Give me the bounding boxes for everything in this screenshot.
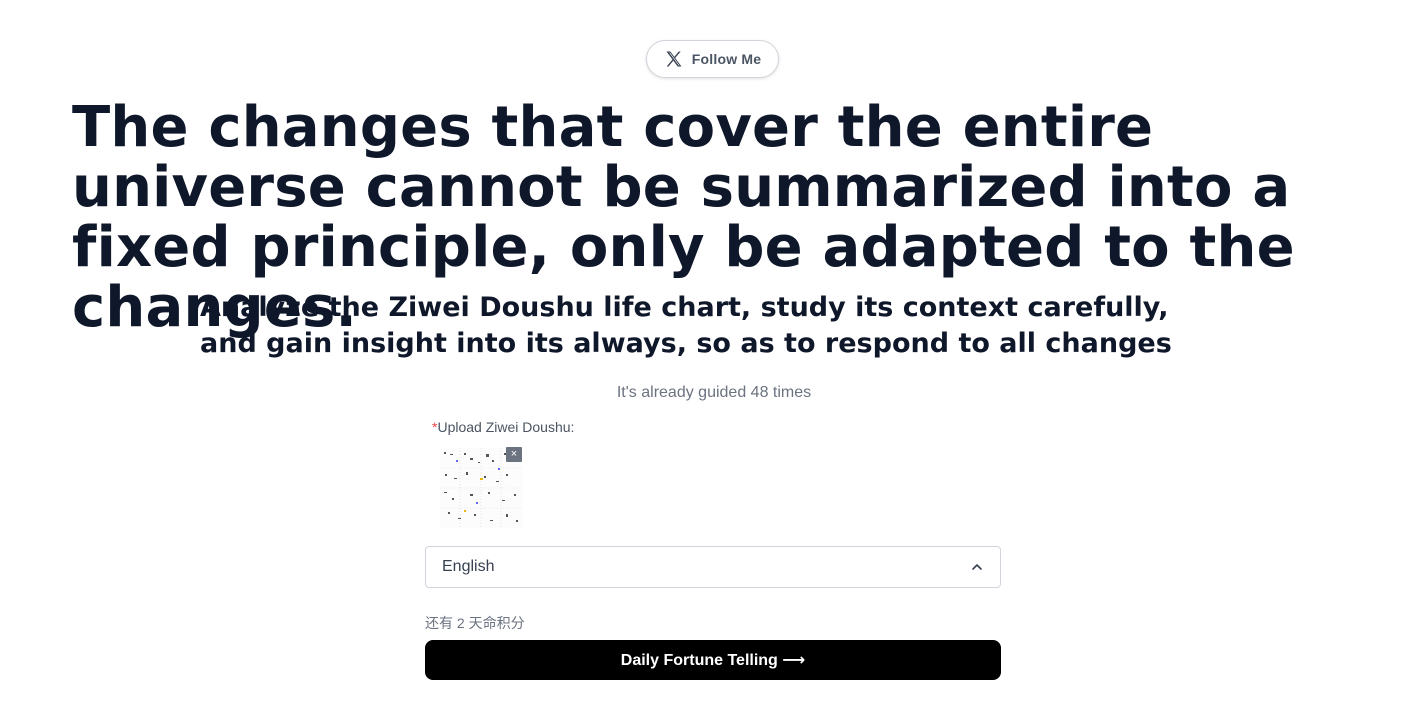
remove-upload-button[interactable]: × bbox=[506, 447, 522, 462]
chevron-up-icon bbox=[972, 564, 982, 570]
follow-me-label: Follow Me bbox=[691, 51, 762, 67]
language-select[interactable]: English bbox=[425, 546, 1001, 588]
page-subheadline: Analyze the Ziwei Doushu life chart, stu… bbox=[200, 292, 1172, 359]
language-select-value: English bbox=[442, 558, 495, 575]
daily-fortune-telling-button[interactable]: Daily Fortune Telling ⟶ bbox=[425, 640, 1001, 680]
follow-me-button[interactable]: Follow Me bbox=[646, 40, 779, 78]
upload-label: *Upload Ziwei Doushu: bbox=[432, 419, 574, 435]
x-logo-icon bbox=[666, 51, 682, 67]
guided-count-text: It's already guided 48 times bbox=[616, 384, 812, 401]
upload-label-text: Upload Ziwei Doushu: bbox=[437, 419, 575, 435]
credits-remaining-text: 还有 2 天命积分 bbox=[425, 615, 525, 631]
